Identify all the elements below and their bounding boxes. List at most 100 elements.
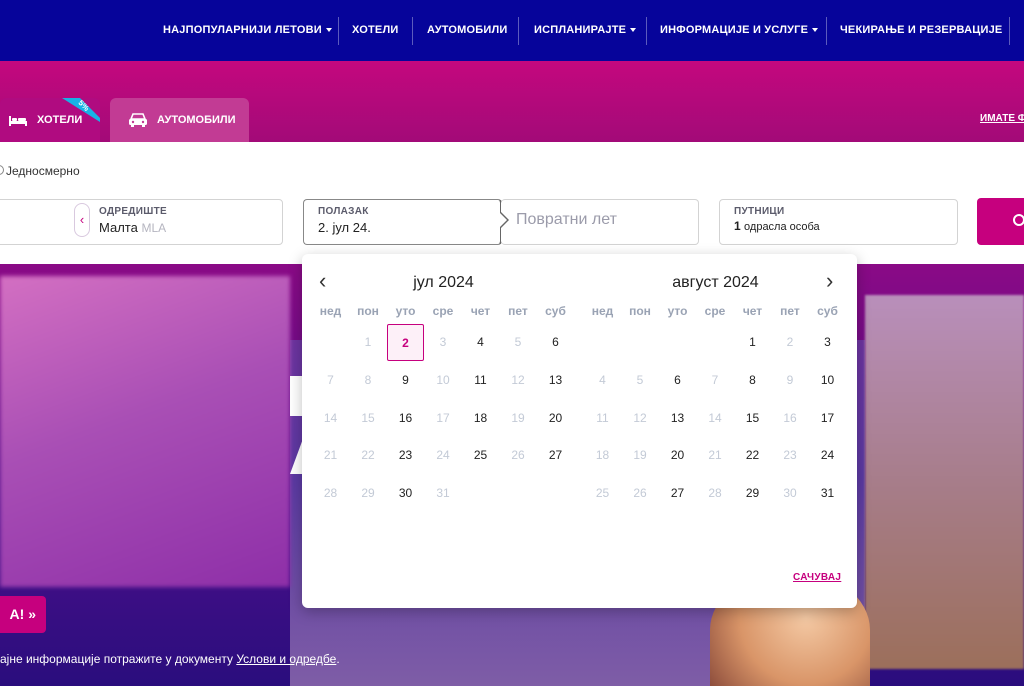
weekday-label: пет [508,304,528,318]
month-title-1: јул 2024 [413,274,474,291]
date-cell: 19 [511,411,525,425]
date-cell[interactable]: 4 [462,324,499,361]
nav-item-4[interactable]: ИСПЛАНИРАЈТЕ [534,0,637,61]
weekday-label: суб [545,304,566,318]
date-cell: 12 [511,373,525,387]
weekday-label: нед [591,304,614,318]
date-cell[interactable]: 24 [809,437,846,474]
nav-item-5[interactable]: ИНФОРМАЦИЈЕ И УСЛУГЕ [660,0,819,61]
date-cell[interactable]: 27 [537,437,574,474]
date-cell: 14 [708,411,722,425]
one-way-label[interactable]: Једносмерно [6,164,80,178]
nav-separator [646,17,647,45]
chevron-left-icon[interactable]: ‹ [319,270,326,292]
passengers-field[interactable]: ПУТНИЦИ 1 одрасла особа [719,199,958,245]
passengers-value: 1 одрасла особа [734,219,820,233]
weekday-label: суб [817,304,838,318]
date-cell: 4 [599,373,606,387]
nav-separator [518,17,519,45]
date-cell[interactable]: 17 [809,400,846,437]
passengers-label: ПУТНИЦИ [734,206,785,217]
date-cell: 21 [323,448,338,462]
weekday-label: пон [357,304,379,318]
date-cell: 18 [595,448,610,462]
save-button[interactable]: САЧУВАЈ [793,572,841,583]
date-cell: 16 [783,411,797,425]
date-cell[interactable]: 15 [734,400,771,437]
date-cell[interactable]: 20 [537,400,574,437]
weekday-label: пет [780,304,800,318]
cta-button[interactable]: А! » [0,596,46,633]
date-cell: 28 [323,486,338,500]
nav-item-3[interactable]: АУТОМОБИЛИ [427,0,508,61]
nav-separator [338,17,339,45]
magnifier-icon [1013,214,1024,226]
departure-value: 2. јул 24. [318,220,371,235]
selected-date-cell[interactable]: 2 [387,324,424,361]
terms-link[interactable]: Услови и одредбе [236,652,336,666]
weekday-label: сре [432,304,454,318]
offer-link[interactable]: ИМАТЕ Ф [980,113,1024,124]
date-cell[interactable]: 1 [734,324,771,361]
date-cell: 9 [786,373,794,387]
date-cell[interactable]: 6 [659,362,696,399]
date-cell[interactable]: 9 [387,362,424,399]
search-button[interactable] [977,198,1024,245]
hero-text-fragment [290,376,302,416]
blurred-image-right [865,295,1024,669]
field-pointer [500,212,509,228]
departure-field[interactable]: ПОЛАЗАК 2. јул 24. [303,199,502,245]
caret-down-icon [325,28,332,33]
date-cell[interactable]: 6 [537,324,574,361]
date-cell: 28 [708,486,722,500]
weekday-label: уто [667,304,688,318]
date-cell: 31 [436,486,450,500]
weekday-label: пон [629,304,651,318]
date-cell[interactable]: 18 [462,400,499,437]
nav-item-2[interactable]: ХОТЕЛИ [352,0,399,61]
date-cell[interactable]: 20 [659,437,696,474]
bed-icon [9,116,27,126]
date-cell[interactable]: 11 [462,362,499,399]
tab-cars-label: АУТОМОБИЛИ [157,114,236,126]
date-cell[interactable]: 13 [659,400,696,437]
destination-label: ОДРЕДИШТЕ [99,206,167,217]
terms-note-text: ајне информације потражите у документу [0,652,237,666]
nav-item-1[interactable]: НАЈПОПУЛАРНИЈИ ЛЕТОВИ [163,0,332,61]
date-cell: 5 [514,335,522,349]
date-cell[interactable]: 13 [537,362,574,399]
date-cell[interactable]: 30 [387,475,424,512]
date-cell: 7 [711,373,719,387]
date-cell[interactable]: 23 [387,437,424,474]
caret-down-icon [630,28,637,33]
date-cell: 30 [783,486,797,500]
date-cell: 24 [436,448,450,462]
date-cell: 19 [633,448,647,462]
date-cell[interactable]: 3 [809,324,846,361]
date-cell: 25 [595,486,610,500]
date-cell: 14 [323,411,338,425]
date-cell[interactable]: 31 [809,475,846,512]
date-cell[interactable]: 22 [734,437,771,474]
date-cell: 22 [361,448,375,462]
date-cell[interactable]: 10 [809,362,846,399]
caret-down-icon [812,28,819,33]
terms-note: ајне информације потражите у документу У… [0,652,340,666]
weekday-label: уто [395,304,416,318]
tab-cars[interactable]: АУТОМОБИЛИ [110,98,249,142]
date-cell[interactable]: 25 [462,437,499,474]
date-cell[interactable]: 27 [659,475,696,512]
nav-item-6[interactable]: ЧЕКИРАЊЕ И РЕЗЕРВАЦИЈЕ [840,0,1002,61]
date-cell: 3 [439,335,447,349]
destination-field[interactable]: ОДРЕДИШТЕ Малта MLA [0,199,283,245]
date-cell[interactable]: 16 [387,400,424,437]
date-cell: 23 [783,448,797,462]
date-cell: 17 [436,411,450,425]
date-cell[interactable]: 29 [734,475,771,512]
car-icon [129,113,147,127]
nav-separator [826,17,827,45]
date-cell: 8 [364,373,372,387]
date-cell[interactable]: 8 [734,362,771,399]
month-title-2: август 2024 [672,274,759,291]
swap-icon[interactable]: ‹ [74,203,90,237]
